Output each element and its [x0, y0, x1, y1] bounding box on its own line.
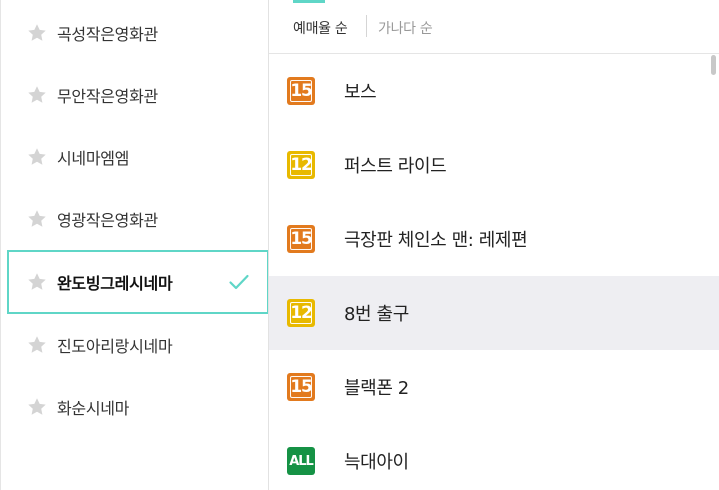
- rating-label: 15: [290, 228, 313, 250]
- movie-list-scrollbar[interactable]: [711, 55, 716, 75]
- theater-name: 영광작은영화관: [57, 211, 158, 230]
- theater-name: 화순시네마: [57, 399, 130, 418]
- rating-label: ALL: [289, 453, 314, 469]
- sort-separator: [366, 15, 367, 37]
- sort-by-name-button[interactable]: 가나다 순: [378, 18, 433, 38]
- rating-label: 12: [290, 154, 313, 176]
- sort-active-indicator: [293, 0, 325, 3]
- theater-item[interactable]: 영광작은영화관: [7, 188, 269, 250]
- theater-item[interactable]: 화순시네마: [7, 376, 269, 438]
- theater-name: 곡성작은영화관: [57, 25, 158, 44]
- theater-list: 곡성작은영화관 무안작은영화관 시네마엠엠 영광작은영화관 완도빙그레시네마 진…: [0, 0, 269, 490]
- theater-name: 시네마엠엠: [57, 149, 130, 168]
- age-rating-all-icon: ALL: [287, 447, 315, 475]
- theater-name: 완도빙그레시네마: [57, 274, 173, 293]
- age-rating-12-icon: 12: [287, 299, 315, 327]
- check-icon: [229, 274, 249, 290]
- star-icon[interactable]: [26, 84, 48, 106]
- theater-item[interactable]: 무안작은영화관: [7, 64, 269, 126]
- star-icon[interactable]: [26, 208, 48, 230]
- movie-title: 8번 출구: [344, 304, 409, 325]
- theater-name: 진도아리랑시네마: [57, 337, 173, 356]
- star-icon[interactable]: [26, 146, 48, 168]
- sort-by-booking-rate-button[interactable]: 예매율 순: [293, 18, 348, 38]
- age-rating-15-icon: 15: [287, 225, 315, 253]
- star-icon[interactable]: [26, 396, 48, 418]
- theater-item[interactable]: 곡성작은영화관: [7, 2, 269, 64]
- rating-label: 15: [290, 376, 313, 398]
- movie-title: 퍼스트 라이드: [344, 156, 447, 177]
- movie-item[interactable]: 12 퍼스트 라이드: [269, 128, 719, 202]
- movie-item[interactable]: ALL 늑대아이: [269, 424, 719, 490]
- theater-item-selected[interactable]: 완도빙그레시네마: [7, 250, 269, 314]
- movie-title: 블랙폰 2: [344, 378, 409, 399]
- sort-bar: 예매율 순 가나다 순: [269, 0, 719, 54]
- movie-title: 보스: [344, 82, 377, 103]
- movie-list: 예매율 순 가나다 순 15 보스 12 퍼스트 라이드 15 극장판 체인소 …: [269, 0, 719, 490]
- theater-name: 무안작은영화관: [57, 87, 158, 106]
- movie-title: 극장판 체인소 맨: 레제편: [344, 230, 528, 251]
- star-icon[interactable]: [26, 271, 48, 293]
- movie-title: 늑대아이: [344, 452, 409, 473]
- movie-item[interactable]: 15 블랙폰 2: [269, 350, 719, 424]
- movie-item[interactable]: 15 극장판 체인소 맨: 레제편: [269, 202, 719, 276]
- age-rating-12-icon: 12: [287, 151, 315, 179]
- star-icon[interactable]: [26, 334, 48, 356]
- star-icon[interactable]: [26, 22, 48, 44]
- rating-label: 12: [290, 302, 313, 324]
- movie-item[interactable]: 15 보스: [269, 54, 719, 128]
- theater-item[interactable]: 진도아리랑시네마: [7, 314, 269, 376]
- movie-item-hovered[interactable]: 12 8번 출구: [269, 276, 719, 350]
- age-rating-15-icon: 15: [287, 77, 315, 105]
- theater-item[interactable]: 시네마엠엠: [7, 126, 269, 188]
- rating-label: 15: [290, 80, 313, 102]
- age-rating-15-icon: 15: [287, 373, 315, 401]
